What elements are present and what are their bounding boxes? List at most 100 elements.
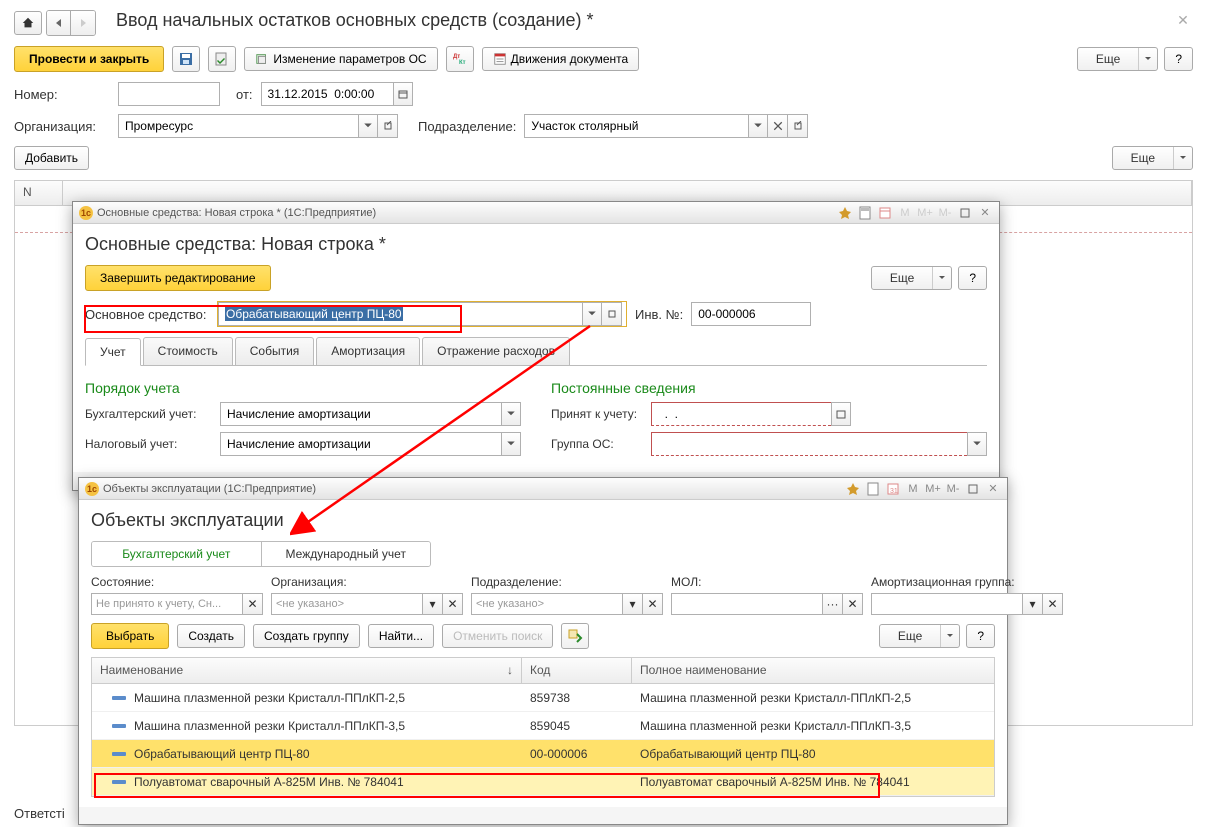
filter-mol-input[interactable]	[671, 593, 823, 615]
filter-org-input[interactable]	[271, 593, 423, 615]
filter-dept-drop[interactable]: ▾	[623, 593, 643, 615]
find-button[interactable]: Найти...	[368, 624, 434, 648]
filter-dept-input[interactable]	[471, 593, 623, 615]
inv-input[interactable]	[691, 302, 811, 326]
col-full[interactable]: Полное наименование	[632, 658, 994, 683]
more-button[interactable]: Еще	[1077, 47, 1158, 71]
filter-amort-clear[interactable]: ✕	[1043, 593, 1063, 615]
filter-amort-input[interactable]	[871, 593, 1023, 615]
accepted-calendar-icon[interactable]	[831, 402, 851, 426]
tab-depreciation[interactable]: Амортизация	[316, 337, 420, 365]
list-row[interactable]: Обрабатывающий центр ПЦ-8000-000006Обраб…	[92, 740, 994, 768]
save-icon[interactable]	[172, 46, 200, 72]
d2-more-button[interactable]: Еще	[879, 624, 960, 648]
row-full: Машина плазменной резки Кристалл-ППлКП-3…	[632, 719, 994, 733]
m-minus-btn[interactable]: M-	[945, 481, 961, 497]
org-open-icon[interactable]	[378, 114, 398, 138]
tax-input[interactable]	[220, 432, 501, 456]
filter-org-clear[interactable]: ✕	[443, 593, 463, 615]
col-name[interactable]: Наименование ↓	[92, 658, 522, 683]
buh-dropdown-icon[interactable]	[501, 402, 521, 426]
d1-more-button[interactable]: Еще	[871, 266, 952, 290]
page-title: Ввод начальных остатков основных средств…	[116, 10, 593, 31]
date-input[interactable]	[261, 82, 393, 106]
d2-help-button[interactable]: ?	[966, 624, 995, 648]
d2-more-label: Еще	[880, 625, 941, 647]
calendar-icon[interactable]	[393, 82, 413, 106]
row-code: 859738	[522, 691, 632, 705]
org-dropdown-icon[interactable]	[358, 114, 378, 138]
filter-mol-clear[interactable]: ✕	[843, 593, 863, 615]
tab-expenses[interactable]: Отражение расходов	[422, 337, 570, 365]
close-icon[interactable]: ✕	[1173, 10, 1193, 30]
dialog1-title: Основные средства: Новая строка * (1С:Пр…	[97, 207, 376, 219]
calendar-icon[interactable]	[877, 205, 893, 221]
calc-icon[interactable]	[865, 481, 881, 497]
change-params-button[interactable]: Изменение параметров ОС	[244, 47, 437, 71]
dept-open-icon[interactable]	[788, 114, 808, 138]
filter-state-clear[interactable]: ✕	[243, 593, 263, 615]
group-input[interactable]	[651, 432, 967, 456]
pin-icon[interactable]	[845, 481, 861, 497]
filter-org-drop[interactable]: ▾	[423, 593, 443, 615]
dept-clear-icon[interactable]	[768, 114, 788, 138]
home-button[interactable]	[14, 11, 42, 35]
tab-accounting[interactable]: Учет	[85, 338, 141, 366]
cancel-search-button[interactable]: Отменить поиск	[442, 624, 553, 648]
list-row[interactable]: Машина плазменной резки Кристалл-ППлКП-3…	[92, 712, 994, 740]
os-open-icon[interactable]	[602, 302, 622, 326]
row-full: Машина плазменной резки Кристалл-ППлКП-2…	[632, 691, 994, 705]
calendar-icon[interactable]: 31	[885, 481, 901, 497]
save-close-button[interactable]: Провести и закрыть	[14, 46, 164, 72]
m-btn[interactable]: M	[905, 481, 921, 497]
calc-icon[interactable]	[857, 205, 873, 221]
close-icon[interactable]: ✕	[977, 205, 993, 221]
number-input[interactable]	[118, 82, 220, 106]
tab-buh-accounting[interactable]: Бухгалтерский учет	[92, 542, 262, 566]
group-dropdown-icon[interactable]	[967, 432, 987, 456]
tab-cost[interactable]: Стоимость	[143, 337, 233, 365]
add-button[interactable]: Добавить	[14, 146, 89, 170]
org-input[interactable]	[118, 114, 358, 138]
filter-mol-more[interactable]: ···	[823, 593, 843, 615]
buh-input[interactable]	[220, 402, 501, 426]
nav-back[interactable]	[47, 11, 71, 35]
row-name: Полуавтомат сварочный А-825М Инв. № 7840…	[134, 775, 404, 789]
movements-button[interactable]: Движения документа	[482, 47, 640, 71]
list-row[interactable]: Полуавтомат сварочный А-825М Инв. № 7840…	[92, 768, 994, 796]
col-name-label: Наименование	[100, 663, 183, 678]
dt-kt-icon[interactable]: ДтКт	[446, 46, 474, 72]
tax-dropdown-icon[interactable]	[501, 432, 521, 456]
tab-int-accounting[interactable]: Международный учет	[262, 542, 431, 566]
filter-dept-clear[interactable]: ✕	[643, 593, 663, 615]
filter-state-input[interactable]	[91, 593, 243, 615]
sort-arrow-icon: ↓	[507, 663, 513, 678]
accepted-input[interactable]	[651, 402, 831, 426]
os-input[interactable]: Обрабатывающий центр ПЦ-80	[218, 302, 582, 326]
tab-events[interactable]: События	[235, 337, 315, 365]
finish-edit-button[interactable]: Завершить редактирование	[85, 265, 271, 291]
filter-amort-drop[interactable]: ▾	[1023, 593, 1043, 615]
nav-forward[interactable]	[71, 11, 95, 35]
more-button-2[interactable]: Еще	[1112, 146, 1193, 170]
m-plus-btn[interactable]: M+	[925, 481, 941, 497]
help-button[interactable]: ?	[1164, 47, 1193, 71]
dept-input[interactable]	[524, 114, 748, 138]
svg-text:Кт: Кт	[459, 60, 466, 66]
app-icon: 1c	[85, 482, 99, 496]
os-dropdown-icon[interactable]	[582, 302, 602, 326]
restore-icon[interactable]	[965, 481, 981, 497]
close-icon[interactable]: ✕	[985, 481, 1001, 497]
create-group-button[interactable]: Создать группу	[253, 624, 360, 648]
create-button[interactable]: Создать	[177, 624, 245, 648]
select-button[interactable]: Выбрать	[91, 623, 169, 649]
d1-help-button[interactable]: ?	[958, 266, 987, 290]
list-row[interactable]: Машина плазменной резки Кристалл-ППлКП-2…	[92, 684, 994, 712]
col-code[interactable]: Код	[522, 658, 632, 683]
dept-dropdown-icon[interactable]	[748, 114, 768, 138]
chevron-down-icon	[933, 267, 951, 289]
post-icon[interactable]	[208, 46, 236, 72]
link-icon[interactable]	[561, 623, 589, 649]
restore-icon[interactable]	[957, 205, 973, 221]
pin-icon[interactable]	[837, 205, 853, 221]
